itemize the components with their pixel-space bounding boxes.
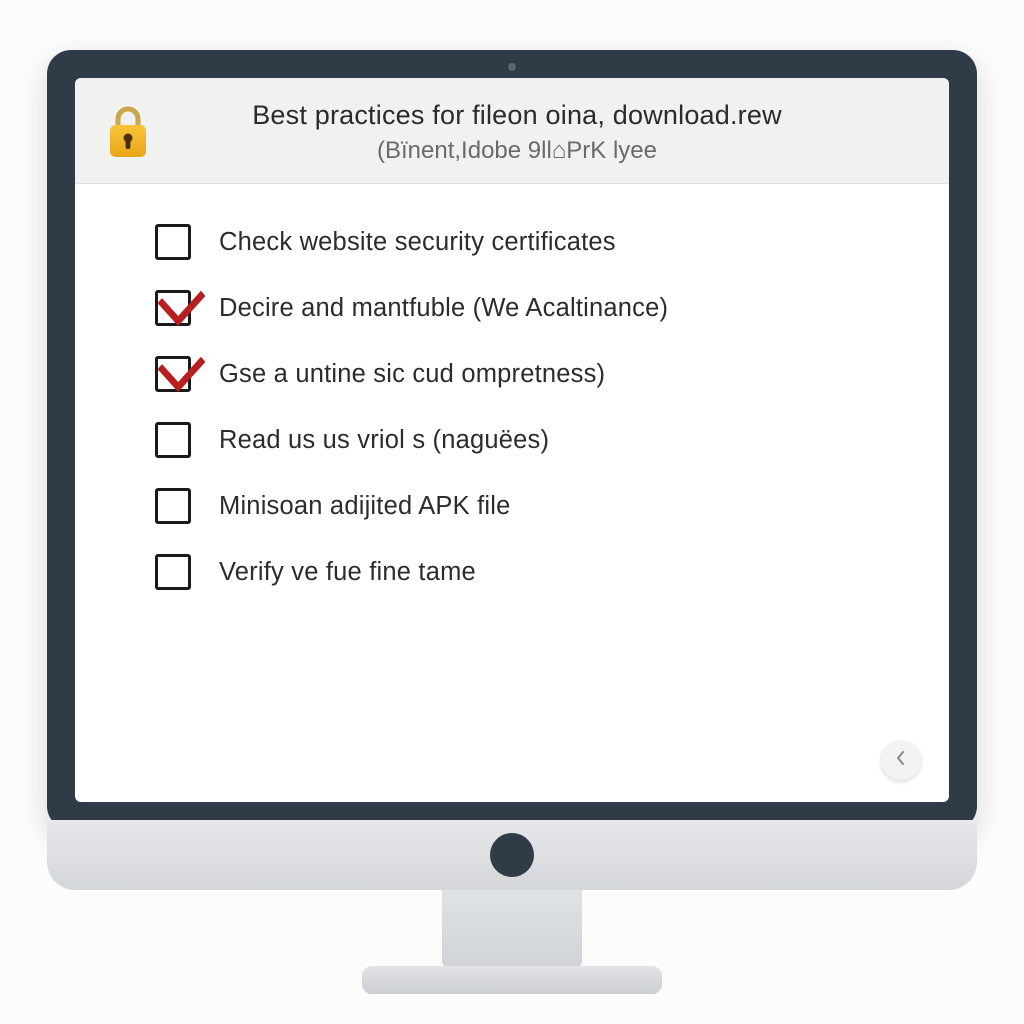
- screen: Best practices for fileon oina, download…: [75, 78, 949, 802]
- monitor: Best practices for fileon oina, download…: [47, 50, 977, 994]
- checklist-item-label: Minisoan adijited APK file: [219, 492, 511, 521]
- checklist-item-label: Read us us vriol s (naguëes): [219, 426, 549, 455]
- checklist-item-label: Verify ve fue fine tame: [219, 558, 476, 587]
- list-item: Check website security certificates: [155, 224, 909, 260]
- checkbox[interactable]: [155, 422, 191, 458]
- checklist-item-label: Check website security certificates: [219, 228, 616, 257]
- monitor-stand-foot: [362, 966, 662, 994]
- checkbox[interactable]: [155, 554, 191, 590]
- chevron-left-icon: [894, 751, 908, 770]
- list-item: Decire and mantfuble (We Acaltinance): [155, 290, 909, 326]
- checkbox[interactable]: [155, 290, 191, 326]
- list-item: Gse a untine sic cud ompretness): [155, 356, 909, 392]
- checkbox[interactable]: [155, 224, 191, 260]
- page-title: Best practices for fileon oina, download…: [175, 100, 859, 131]
- lock-icon: [105, 105, 151, 161]
- monitor-stand-neck: [442, 890, 582, 970]
- monitor-bezel: Best practices for fileon oina, download…: [47, 50, 977, 830]
- page-subtitle: (Bïnent,Idobe 9ll⌂PrK lyee: [175, 137, 859, 165]
- list-item: Minisoan adijited APK file: [155, 488, 909, 524]
- monitor-base: [47, 820, 977, 890]
- list-item: Read us us vriol s (naguëes): [155, 422, 909, 458]
- list-item: Verify ve fue fine tame: [155, 554, 909, 590]
- checklist-item-label: Decire and mantfuble (We Acaltinance): [219, 294, 668, 323]
- checklist-item-label: Gse a untine sic cud ompretness): [219, 360, 605, 389]
- power-button[interactable]: [490, 833, 534, 877]
- header-titles: Best practices for fileon oina, download…: [175, 100, 919, 165]
- checkbox[interactable]: [155, 488, 191, 524]
- checklist: Check website security certificates Deci…: [155, 224, 909, 590]
- window-header: Best practices for fileon oina, download…: [75, 78, 949, 184]
- checkbox[interactable]: [155, 356, 191, 392]
- back-button[interactable]: [881, 740, 921, 780]
- content-area: Check website security certificates Deci…: [75, 184, 949, 802]
- camera-dot-icon: [508, 63, 516, 71]
